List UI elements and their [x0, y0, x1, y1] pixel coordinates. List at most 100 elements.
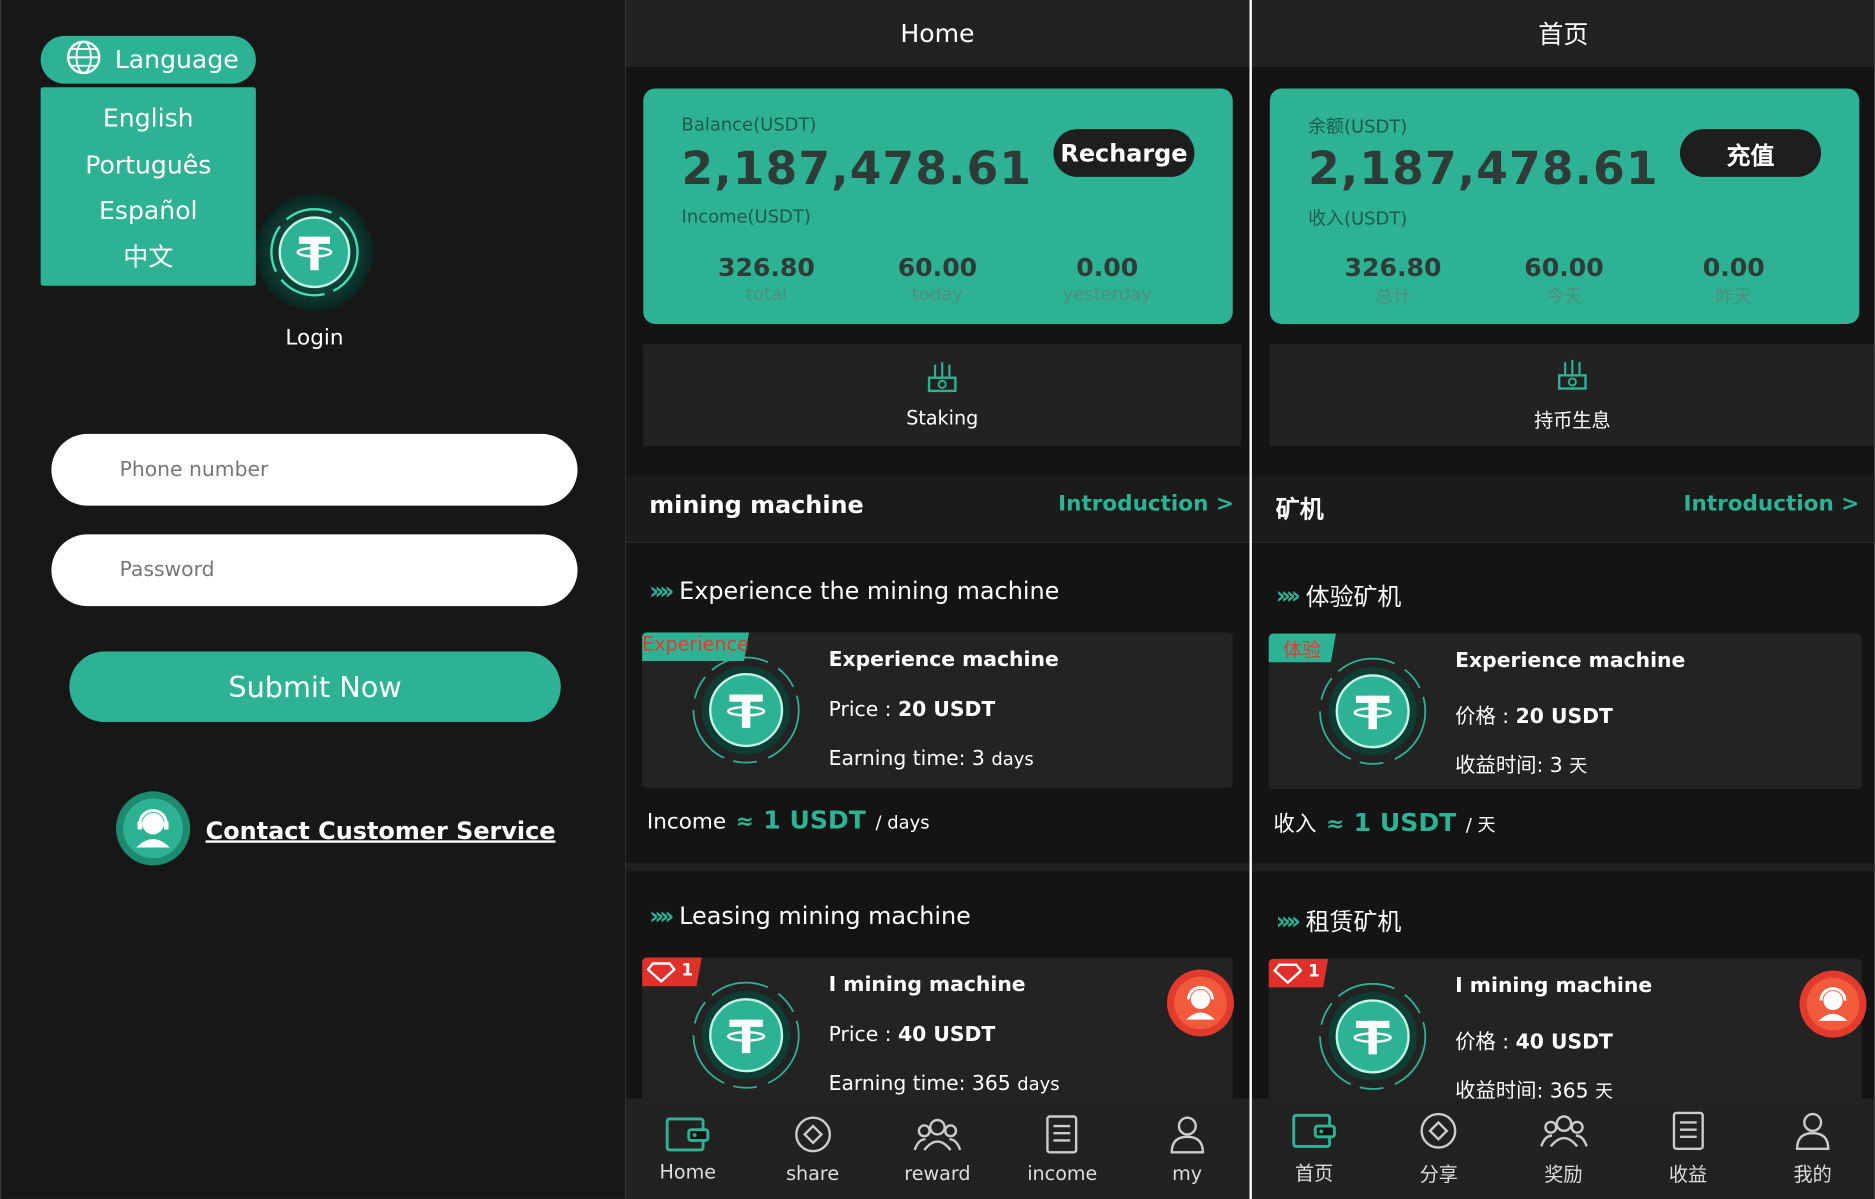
- price-value: 40 USDT: [897, 1023, 996, 1048]
- recharge-button[interactable]: 充值: [1679, 129, 1822, 177]
- nav-my[interactable]: my: [1125, 1099, 1250, 1199]
- machine-name: I mining machine: [1455, 974, 1653, 999]
- nav-income[interactable]: income: [1000, 1099, 1125, 1199]
- users-icon: [913, 1118, 962, 1151]
- tether-logo-icon: [690, 979, 802, 1096]
- document-icon: [1672, 1111, 1704, 1150]
- leasing-title-text: 租赁矿机: [1305, 907, 1402, 936]
- earning-time-label: Earning time:: [828, 1072, 966, 1097]
- customer-service-float-button[interactable]: [1798, 969, 1867, 1043]
- stat-label: yesterday: [1062, 283, 1152, 305]
- language-menu: English Português Español 中文: [40, 87, 256, 286]
- nav-label: reward: [904, 1161, 971, 1185]
- stat-label: 今天: [1546, 285, 1582, 308]
- staking-icon: [927, 361, 958, 399]
- machine-earning-time: Earning time: 3 days: [829, 747, 1034, 771]
- language-option-spanish[interactable]: Español: [41, 188, 256, 234]
- recharge-button[interactable]: Recharge: [1053, 129, 1195, 177]
- balance-value: 2,187,478.61: [681, 142, 1033, 195]
- chevrons-icon: ››››: [1275, 905, 1301, 935]
- income-rate: 收入 ≈ 1 USDT / 天: [1273, 807, 1495, 838]
- approx-symbol: ≈: [735, 809, 754, 835]
- contact-label: Contact Customer Service: [205, 816, 556, 846]
- experience-machine-card[interactable]: 体验 Experience machine 价格 : 20 USDT 收益时间:…: [1268, 633, 1862, 789]
- machine-name: I mining machine: [828, 973, 1026, 997]
- stat-label: 昨天: [1715, 285, 1752, 308]
- balance-card: Balance(USDT) 2,187,478.61 Income(USDT) …: [643, 88, 1233, 324]
- price-value: 20 USDT: [897, 698, 996, 723]
- customer-service-float-button[interactable]: [1166, 968, 1235, 1042]
- nav-share[interactable]: share: [750, 1099, 875, 1199]
- share-icon: [1420, 1112, 1457, 1149]
- approx-symbol: ≈: [1326, 811, 1345, 837]
- customer-service-icon: [115, 790, 192, 871]
- earning-time-value: 3: [971, 747, 985, 772]
- price-value: 20 USDT: [1515, 705, 1613, 730]
- stat-label: today: [911, 283, 963, 305]
- price-label: 价格 :: [1455, 705, 1510, 730]
- nav-income[interactable]: 收益: [1626, 1099, 1751, 1199]
- contact-customer-service-link[interactable]: Contact Customer Service: [115, 790, 556, 871]
- stat-total: 326.80 总计: [1321, 253, 1464, 308]
- nav-reward[interactable]: reward: [875, 1099, 1000, 1199]
- tether-logo-icon: [255, 192, 375, 316]
- nav-home[interactable]: 首页: [1252, 1099, 1377, 1199]
- balance-card: 余额(USDT) 2,187,478.61 收入(USDT) 充值 326.80…: [1269, 88, 1860, 324]
- user-icon: [1795, 1112, 1830, 1150]
- earning-time-unit: 天: [1569, 755, 1588, 778]
- submit-button[interactable]: Submit Now: [69, 651, 561, 723]
- tether-logo-icon: [1316, 655, 1428, 772]
- section-header: mining machine Introduction >: [625, 475, 1250, 543]
- leasing-title-text: Leasing mining machine: [679, 901, 971, 931]
- nav-share[interactable]: 分享: [1376, 1099, 1501, 1199]
- user-icon: [1170, 1115, 1204, 1153]
- password-input[interactable]: [51, 534, 578, 607]
- nav-home[interactable]: Home: [625, 1099, 750, 1199]
- phone-input[interactable]: [51, 433, 578, 506]
- page-title: 首页: [1251, 0, 1875, 67]
- machine-price: Price : 40 USDT: [829, 1023, 996, 1047]
- users-icon: [1539, 1115, 1588, 1148]
- document-icon: [1046, 1114, 1078, 1153]
- language-option-english[interactable]: English: [41, 96, 256, 142]
- earning-time-label: 收益时间:: [1455, 754, 1544, 779]
- nav-label: 分享: [1419, 1163, 1458, 1186]
- chevrons-icon: ››››: [649, 901, 674, 931]
- machine-price: Price : 20 USDT: [829, 698, 996, 722]
- introduction-link[interactable]: Introduction >: [1058, 491, 1234, 516]
- income-amount: 1 USDT: [1353, 808, 1457, 837]
- section-divider: [625, 863, 1250, 872]
- nav-reward[interactable]: 奖励: [1501, 1099, 1626, 1199]
- stat-yesterday: 0.00 昨天: [1662, 253, 1805, 308]
- income-label: 收入(USDT): [1308, 207, 1408, 230]
- leasing-section-title: ›››› Leasing mining machine: [649, 901, 971, 930]
- machine-price: 价格 : 40 USDT: [1455, 1024, 1613, 1054]
- chevrons-icon: ››››: [649, 576, 674, 605]
- income-label: Income(USDT): [681, 205, 811, 228]
- language-button[interactable]: Language: [40, 35, 256, 84]
- nav-my[interactable]: 我的: [1750, 1099, 1875, 1199]
- staking-button[interactable]: 持币生息: [1269, 344, 1875, 446]
- chevrons-icon: ››››: [1275, 580, 1301, 610]
- staking-label: 持币生息: [1534, 408, 1611, 431]
- nav-label: 我的: [1793, 1163, 1832, 1186]
- experience-machine-card[interactable]: Experience Experience machine Price : 20…: [642, 632, 1233, 788]
- stat-today: 60.00 今天: [1492, 253, 1635, 308]
- earning-time-unit: days: [1017, 1073, 1060, 1095]
- language-option-chinese[interactable]: 中文: [41, 234, 256, 280]
- language-option-portuguese[interactable]: Português: [41, 142, 256, 188]
- login-title: Login: [285, 325, 344, 351]
- bottom-nav: 首页 分享 奖励 收益 我的: [1251, 1098, 1875, 1199]
- price-label: Price :: [828, 1023, 892, 1048]
- section-divider: [1251, 863, 1875, 872]
- introduction-link[interactable]: Introduction >: [1683, 491, 1859, 516]
- stat-today: 60.00 today: [866, 253, 1009, 304]
- home-panel-english: Home Balance(USDT) 2,187,478.61 Income(U…: [625, 0, 1250, 1199]
- stat-value: 0.00: [1702, 253, 1765, 283]
- income-unit: / days: [875, 811, 930, 834]
- vip-level: 1: [1308, 962, 1320, 982]
- login-panel: Language English Português Español 中文 Lo…: [0, 0, 626, 1199]
- staking-button[interactable]: Staking: [643, 344, 1242, 446]
- nav-label: income: [1027, 1161, 1098, 1185]
- section-header: 矿机 Introduction >: [1251, 475, 1875, 543]
